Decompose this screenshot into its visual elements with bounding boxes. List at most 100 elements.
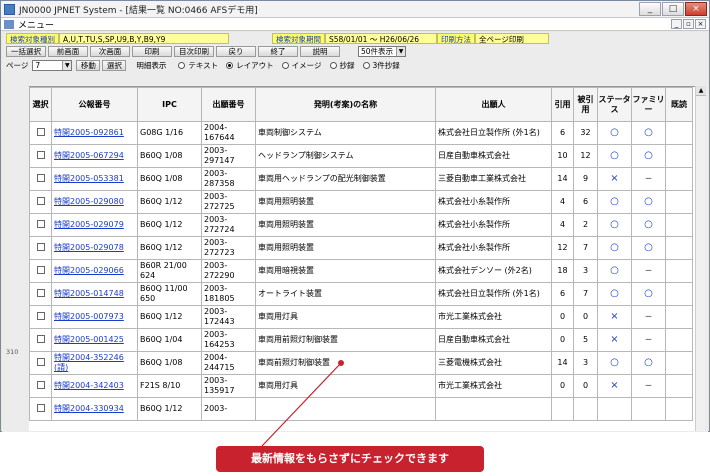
family-mark[interactable]: － [645,381,653,390]
radio-3-abstracts[interactable]: 3件抄録 [362,60,400,71]
toc-print-button[interactable]: 目次印刷 [174,46,214,57]
header-cited[interactable]: 被引用 [573,87,598,122]
select-checkbox[interactable] [36,150,45,159]
status-mark[interactable]: × [610,311,618,322]
select-checkbox[interactable] [36,196,45,205]
header-status[interactable]: ステータス [597,87,632,122]
family-mark[interactable]: ○ [644,150,653,161]
pub-number-link[interactable]: 特開2005-053381 [54,174,124,183]
header-select[interactable]: 選択 [29,87,52,122]
maximize-button[interactable]: □ [662,1,684,16]
select-checkbox[interactable] [36,173,45,182]
table-row[interactable]: 特開2005-001425 B60Q 1/04 2003-164253 車両用前照灯制… [29,328,693,352]
table-row[interactable]: 特開2005-029079 B60Q 1/12 2003-272724 車両用照明装置… [29,213,693,237]
select-checkbox[interactable] [36,265,45,274]
family-mark[interactable]: ○ [644,127,653,138]
radio-button-selected[interactable] [226,62,234,69]
table-row[interactable]: 特開2005-029078 B60Q 1/12 2003-272723 車両用照明装置… [29,236,693,260]
family-mark[interactable]: － [645,312,653,321]
select-checkbox[interactable] [36,311,45,320]
family-mark[interactable]: － [645,266,653,275]
header-title[interactable]: 発明(考案)の名称 [255,87,436,122]
header-cite[interactable]: 引用 [551,87,574,122]
status-mark[interactable]: ○ [610,196,619,207]
table-row[interactable]: 特開2004-342403 F21S 8/10 2003-135917 車両用灯具 市光… [29,374,693,398]
select-checkbox[interactable] [36,380,45,389]
radio-text[interactable]: テキスト [178,60,218,71]
table-row[interactable]: 特開2005-029066 B60R 21/00 624 2003-272290 車両… [29,259,693,283]
select-button[interactable]: 選択 [102,60,127,71]
select-checkbox[interactable] [36,334,45,343]
back-button[interactable]: 戻り [216,46,256,57]
table-row[interactable]: 特開2004-330934 B60Q 1/12 2003- [29,397,693,421]
minimize-button[interactable]: _ [639,1,661,16]
status-mark[interactable]: × [610,173,618,184]
select-checkbox[interactable] [36,357,45,366]
pub-number-link[interactable]: 特開2005-092861 [54,128,124,137]
header-family[interactable]: ファミリー [631,87,666,122]
select-checkbox[interactable] [36,127,45,136]
mdi-minimize-button[interactable]: _ [671,19,682,29]
menu-item-menu[interactable]: メニュー [18,18,54,31]
family-mark[interactable]: － [645,335,653,344]
status-mark[interactable]: × [610,334,618,345]
header-app-number[interactable]: 出願番号 [201,87,256,122]
pub-number-link[interactable]: 特開2005-007973 [54,312,124,321]
radio-button[interactable] [281,62,289,69]
next-screen-button[interactable]: 次画面 [90,46,130,57]
status-mark[interactable]: ○ [610,242,619,253]
table-row[interactable]: 特開2005-029080 B60Q 1/12 2003-272725 車両用照明装置… [29,190,693,214]
family-mark[interactable]: ○ [644,196,653,207]
table-row[interactable]: 特開2005-014748 B60Q 11/00 650 2003-181805 オー… [29,282,693,306]
table-row[interactable]: 特開2005-053381 B60Q 1/08 2003-287358 車両用ヘッドラ… [29,167,693,191]
table-row[interactable]: 特開2005-092861 G08G 1/16 2004-167644 車両制御システ… [29,121,693,145]
page-select[interactable]: 7 ▼ [32,60,73,71]
select-checkbox[interactable] [36,242,45,251]
select-checkbox[interactable] [36,288,45,297]
radio-button[interactable] [178,62,186,69]
close-button[interactable]: × [685,1,707,16]
family-mark[interactable]: ○ [644,242,653,253]
pub-number-link[interactable]: 特開2005-029078 [54,243,124,252]
header-applicant[interactable]: 出願人 [435,87,552,122]
status-mark[interactable]: ○ [610,288,619,299]
table-row[interactable]: 特開2005-007973 B60Q 1/12 2003-172443 車両用灯具 市光… [29,305,693,329]
exit-button[interactable]: 終了 [258,46,298,57]
print-button[interactable]: 印刷 [132,46,172,57]
select-checkbox[interactable] [36,219,45,228]
header-read[interactable]: 既読 [665,87,693,122]
header-pub-number[interactable]: 公報番号 [51,87,138,122]
status-mark[interactable]: × [610,380,618,391]
radio-button[interactable] [362,62,370,69]
status-mark[interactable]: ○ [610,219,619,230]
pub-number-link[interactable]: 特開2004-352246 (請) [54,353,124,372]
vertical-scrollbar[interactable]: ▲ [695,86,706,431]
prev-screen-button[interactable]: 前画面 [48,46,88,57]
family-mark[interactable]: ○ [644,357,653,368]
family-mark[interactable]: ○ [644,288,653,299]
display-count-select[interactable]: 50件表示 ▼ [358,46,406,57]
family-mark[interactable]: － [645,174,653,183]
header-ipc[interactable]: IPC [137,87,202,122]
status-mark[interactable]: ○ [610,127,619,138]
radio-button[interactable] [329,62,337,69]
radio-image[interactable]: イメージ [281,60,322,71]
status-mark[interactable]: ○ [610,150,619,161]
help-button[interactable]: 説明 [300,46,340,57]
table-row[interactable]: 特開2005-067294 B60Q 1/08 2003-297147 ヘッドランプ制… [29,144,693,168]
pub-number-link[interactable]: 特開2004-342403 [54,381,124,390]
status-mark[interactable]: ○ [610,265,619,276]
scroll-up-icon[interactable]: ▲ [696,86,706,96]
move-button[interactable]: 移動 [76,60,101,71]
pub-number-link[interactable]: 特開2005-029066 [54,266,124,275]
pub-number-link[interactable]: 特開2005-029079 [54,220,124,229]
pub-number-link[interactable]: 特開2005-014748 [54,289,124,298]
radio-layout[interactable]: レイアウト [226,60,274,71]
pub-number-link[interactable]: 特開2004-330934 [54,404,124,413]
pub-number-link[interactable]: 特開2005-067294 [54,151,124,160]
pub-number-link[interactable]: 特開2005-001425 [54,335,124,344]
family-mark[interactable]: ○ [644,219,653,230]
mdi-restore-button[interactable]: ▫ [683,19,694,29]
table-row[interactable]: 特開2004-352246 (請) B60Q 1/08 2004-244715 車両前… [29,351,693,375]
select-checkbox[interactable] [36,403,45,412]
